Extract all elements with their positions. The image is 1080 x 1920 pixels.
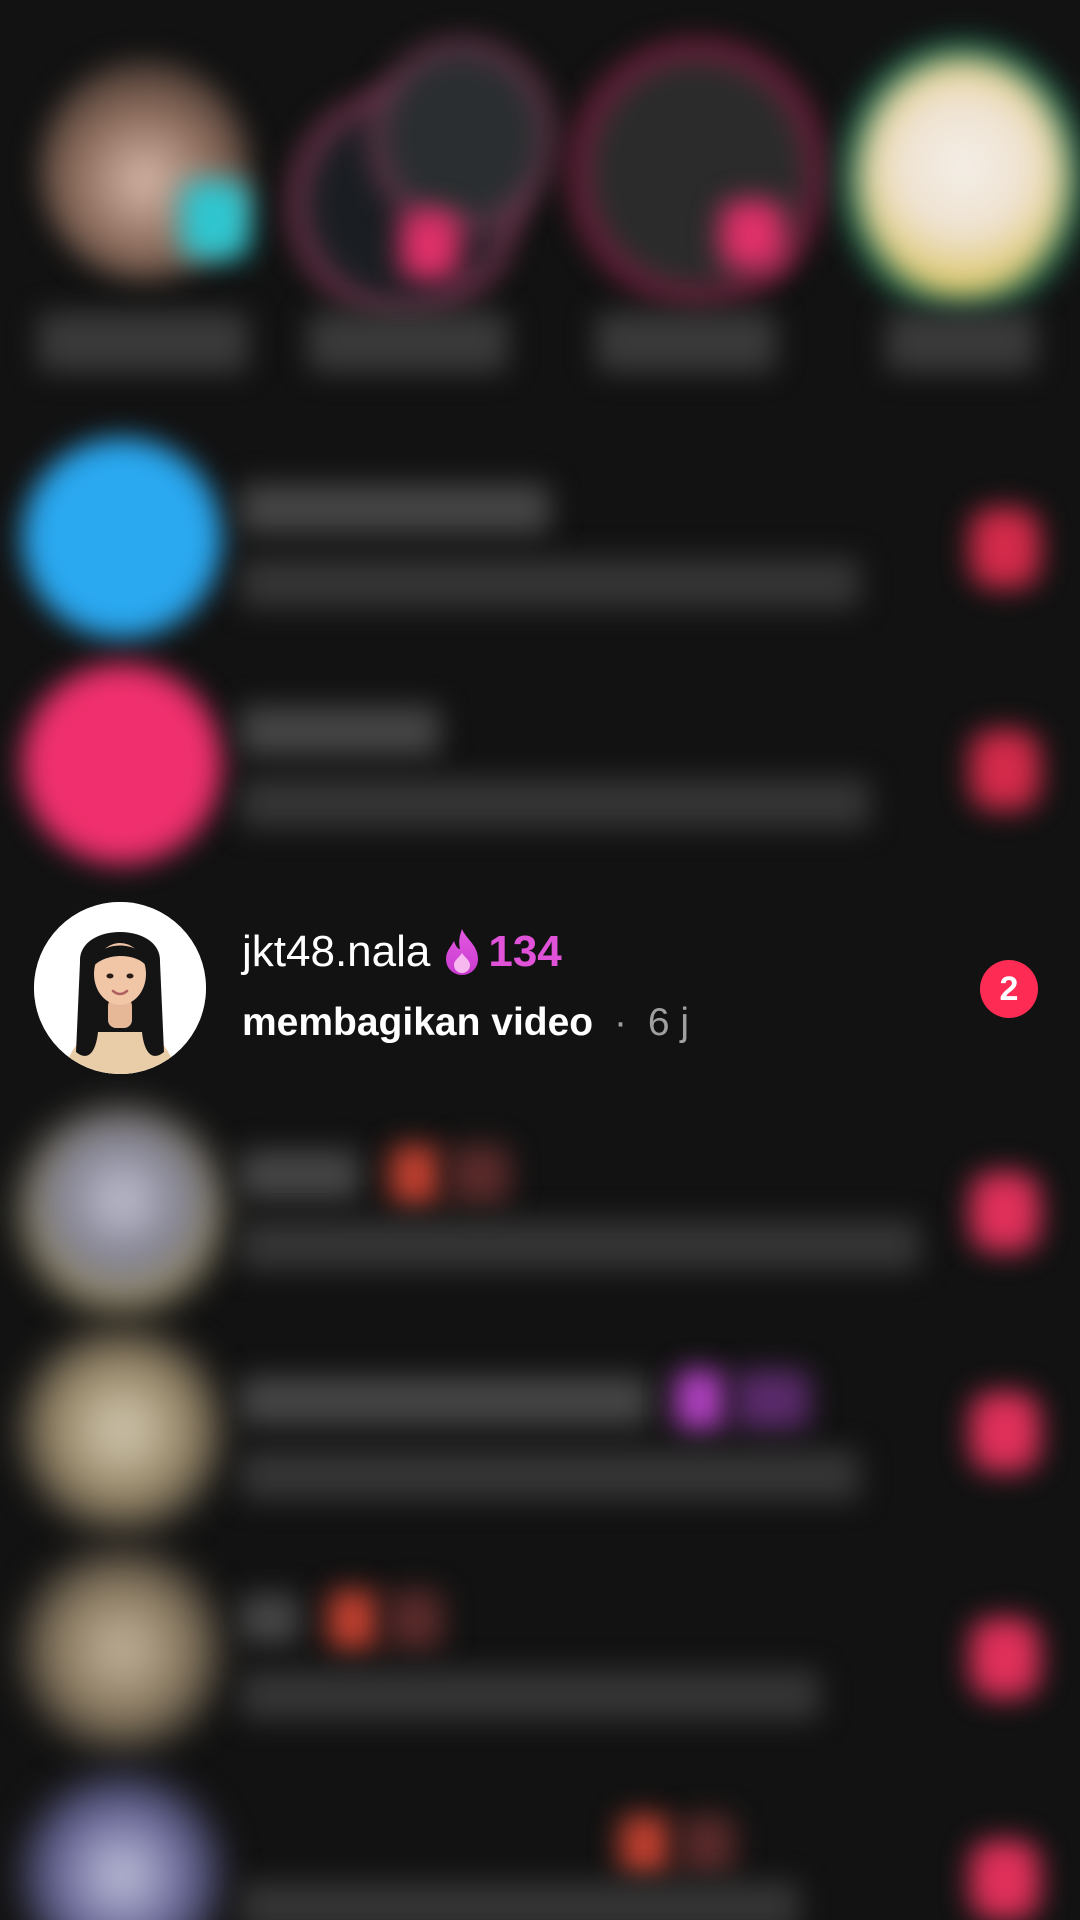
streak-count: 134 [488, 927, 562, 976]
conversation-preview [240, 1670, 820, 1720]
avatar-portrait-image [34, 902, 206, 1074]
conversation-preview [240, 1220, 920, 1270]
unread-badge: 2 [980, 960, 1038, 1018]
story-name [308, 312, 508, 372]
unread-badge [970, 1172, 1040, 1252]
conversation-title [240, 1150, 360, 1200]
conversation-preview [240, 1882, 800, 1920]
conversation-title [240, 484, 550, 534]
streak-icon [390, 1145, 440, 1205]
fire-icon [442, 927, 482, 977]
story-name [886, 312, 1036, 372]
story-avatar[interactable] [570, 40, 826, 306]
streak-count [450, 1145, 510, 1205]
streak-icon [675, 1370, 725, 1430]
streak-count [735, 1370, 810, 1430]
conversation-avatar[interactable] [22, 438, 222, 638]
conversation-preview [240, 558, 860, 608]
separator-dot: · [613, 1001, 627, 1044]
story-status-icon [400, 210, 460, 280]
conversation-avatar[interactable] [22, 1550, 222, 1750]
streak-count [388, 1590, 443, 1650]
conversation-avatar[interactable] [22, 1110, 222, 1310]
conversation-preview [240, 1450, 860, 1500]
conversation-preview: membagikan video · 6 j [242, 998, 689, 1048]
unread-badge [970, 1618, 1040, 1698]
unread-badge [970, 1392, 1040, 1472]
conversation-row-jkt48-nala[interactable]: jkt48.nala 134 membagikan video · 6 j 2 [0, 890, 1080, 1090]
conversation-title [240, 1594, 300, 1644]
conversation-avatar[interactable] [22, 664, 222, 864]
story-avatar[interactable] [370, 40, 554, 234]
story-avatar[interactable] [840, 40, 1080, 316]
conversation-avatar[interactable] [22, 1775, 222, 1920]
conversation-title [240, 1376, 650, 1426]
timestamp: 6 j [647, 1001, 690, 1044]
conversation-title [240, 706, 440, 756]
story-name [38, 312, 248, 372]
unread-badge [970, 1840, 1040, 1920]
story-status-icon [180, 180, 250, 260]
avatar[interactable] [34, 902, 206, 1074]
story-name [596, 312, 776, 372]
conversation-avatar[interactable] [22, 1330, 222, 1530]
story-status-icon [720, 200, 785, 270]
streak-icon [328, 1590, 378, 1650]
streak-count [680, 1815, 735, 1875]
inbox-screen: jkt48.nala 134 membagikan video · 6 j 2 [0, 0, 1080, 1920]
conversation-preview [240, 778, 870, 828]
username: jkt48.nala [242, 927, 431, 976]
unread-badge [970, 730, 1040, 810]
conversation-title: jkt48.nala 134 [242, 924, 562, 980]
streak-icon [620, 1815, 670, 1875]
preview-text: membagikan video [242, 1001, 594, 1044]
unread-badge [970, 508, 1040, 588]
